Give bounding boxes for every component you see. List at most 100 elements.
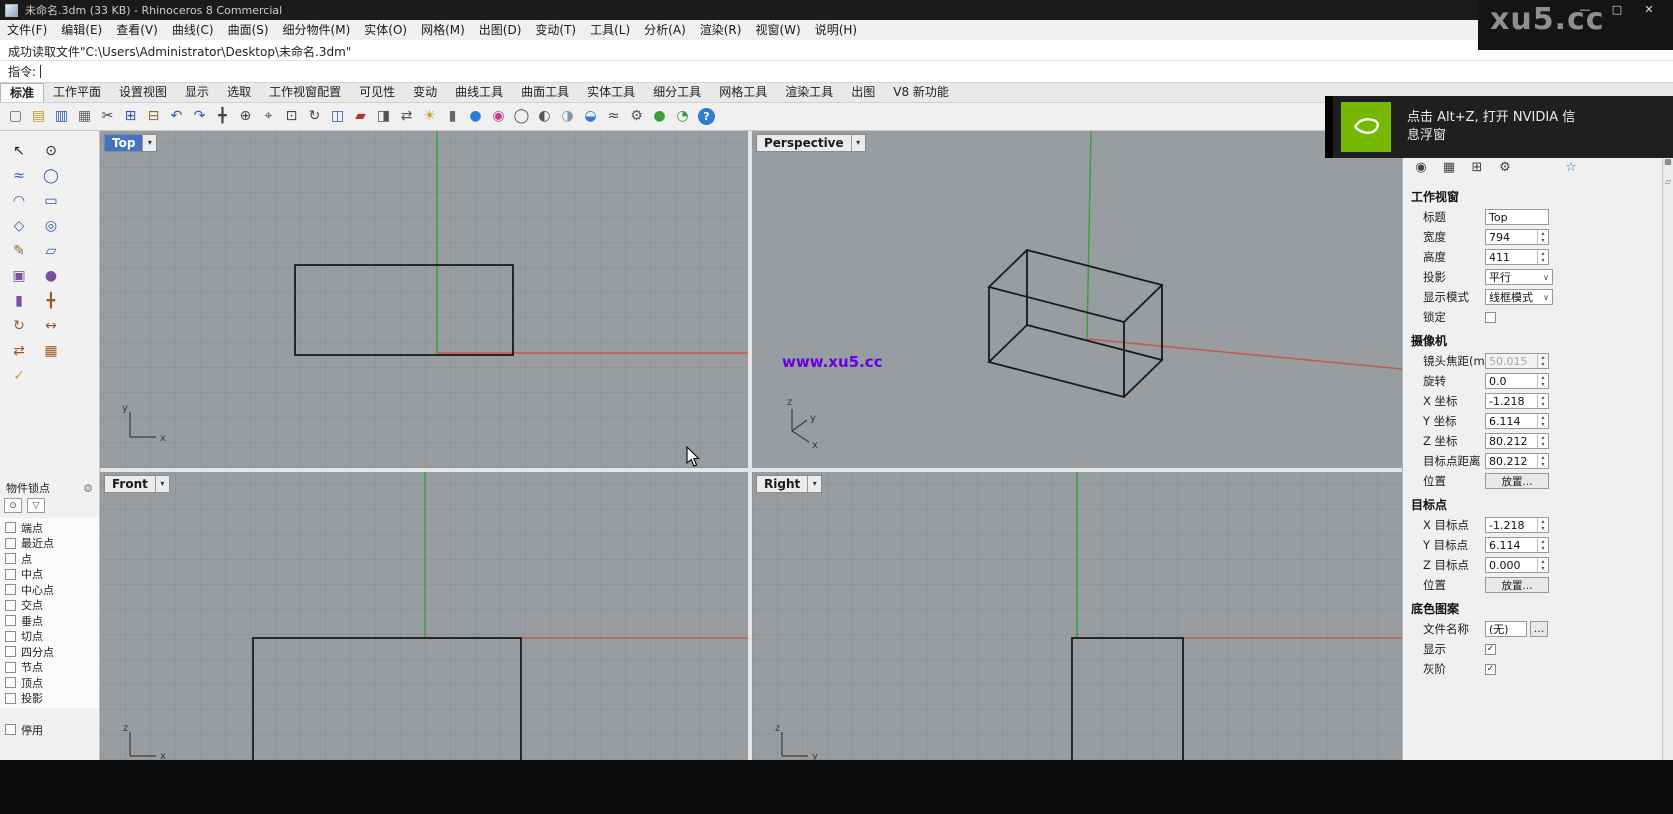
viewport-title-input[interactable]: Top: [1485, 209, 1549, 225]
cut-icon[interactable]: ✂: [96, 105, 119, 128]
viewport-height-input[interactable]: 411▴▾: [1485, 249, 1549, 265]
menu-item-7[interactable]: 网格(M): [414, 20, 472, 40]
ribbon-tab-9[interactable]: 曲面工具: [512, 83, 578, 102]
spinner-buttons[interactable]: ▴▾: [1537, 518, 1548, 532]
curve-tool-icon[interactable]: ≈: [7, 165, 31, 187]
ellipse-tool-icon[interactable]: ◎: [39, 215, 63, 237]
open-file-icon[interactable]: ▤: [27, 105, 50, 128]
spin-up-icon[interactable]: ▴: [1538, 434, 1548, 441]
osnap-row-0[interactable]: 端点: [0, 520, 99, 536]
xray-view-icon[interactable]: ◑: [556, 105, 579, 128]
shaded-view-icon[interactable]: ◐: [533, 105, 556, 128]
menu-item-11[interactable]: 分析(A): [637, 20, 693, 40]
spinner-buttons[interactable]: ▴▾: [1537, 454, 1548, 468]
arc-tool-icon[interactable]: ◠: [7, 190, 31, 212]
viewport-divider-vertical[interactable]: [748, 131, 752, 760]
menu-item-8[interactable]: 出图(D): [472, 20, 529, 40]
camera-x-input[interactable]: -1.218▴▾: [1485, 393, 1549, 409]
wallpaper-filename-input[interactable]: (无): [1485, 621, 1527, 637]
spin-up-icon[interactable]: ▴: [1538, 394, 1548, 401]
pan-icon[interactable]: ╋: [211, 105, 234, 128]
viewport-top-title[interactable]: Top: [105, 135, 142, 151]
new-file-icon[interactable]: ▢: [4, 105, 27, 128]
spin-down-icon[interactable]: ▾: [1538, 401, 1548, 408]
chevron-down-icon[interactable]: ▾: [807, 476, 821, 492]
zoom-icon[interactable]: ⊕: [234, 105, 257, 128]
spin-down-icon[interactable]: ▾: [1538, 565, 1548, 572]
render-sphere-icon[interactable]: ●: [648, 105, 671, 128]
wallpaper-grayscale-checkbox[interactable]: ✓: [1485, 664, 1496, 675]
osnap-row-5[interactable]: 交点: [0, 598, 99, 614]
osnap-row-2[interactable]: 点: [0, 551, 99, 567]
point-tool-icon[interactable]: ⊙: [39, 140, 63, 162]
settings-gear-icon[interactable]: ⚙: [1495, 158, 1515, 178]
spin-down-icon[interactable]: ▾: [1538, 361, 1548, 368]
rotate-view-icon[interactable]: ↻: [303, 105, 326, 128]
osnap-row-4[interactable]: 中心点: [0, 582, 99, 598]
command-input[interactable]: 指令:: [0, 61, 1673, 83]
cursor-tool-icon[interactable]: ↖: [7, 140, 31, 162]
spin-up-icon[interactable]: ▴: [1538, 454, 1548, 461]
spinner-buttons[interactable]: ▴▾: [1537, 538, 1548, 552]
ribbon-tab-11[interactable]: 细分工具: [644, 83, 710, 102]
walk-icon[interactable]: ⇄: [395, 105, 418, 128]
menu-item-5[interactable]: 细分物件(M): [276, 20, 358, 40]
target-place-button[interactable]: 放置...: [1485, 577, 1549, 593]
annotate-tool-icon[interactable]: ✓: [7, 365, 31, 387]
ribbon-tab-12[interactable]: 网格工具: [710, 83, 776, 102]
curvature-icon[interactable]: ≈: [602, 105, 625, 128]
filter-icon[interactable]: ▽: [27, 498, 45, 513]
spin-up-icon[interactable]: ▴: [1538, 250, 1548, 257]
gear-icon[interactable]: ⚙: [83, 482, 93, 495]
viewport-top-label[interactable]: Top ▾: [104, 134, 157, 152]
panel-tab-icon-3[interactable]: ▱: [1664, 177, 1673, 191]
spinner-buttons[interactable]: ▴▾: [1537, 414, 1548, 428]
copy-icon[interactable]: ⊞: [119, 105, 142, 128]
spinner-buttons[interactable]: ▴▾: [1537, 374, 1548, 388]
viewport-right-label[interactable]: Right ▾: [756, 475, 822, 493]
target-x-input[interactable]: -1.218▴▾: [1485, 517, 1549, 533]
viewport-divider-horizontal[interactable]: [100, 468, 1402, 472]
ribbon-tab-13[interactable]: 渲染工具: [776, 83, 842, 102]
box-tool-icon[interactable]: ▣: [7, 265, 31, 287]
locked-checkbox[interactable]: [1485, 312, 1496, 323]
spin-up-icon[interactable]: ▴: [1538, 374, 1548, 381]
star-icon[interactable]: ☆: [1561, 158, 1581, 178]
ribbon-tab-5[interactable]: 工作视窗配置: [260, 83, 350, 102]
maximize-button[interactable]: □: [1601, 2, 1633, 18]
spinner-buttons[interactable]: ▴▾: [1537, 354, 1548, 368]
osnap-row-1[interactable]: 最近点: [0, 536, 99, 552]
spin-down-icon[interactable]: ▾: [1538, 257, 1548, 264]
raytrace-icon[interactable]: ◒: [579, 105, 602, 128]
spinner-buttons[interactable]: ▴▾: [1537, 250, 1548, 264]
redo-icon[interactable]: ↷: [188, 105, 211, 128]
menu-item-10[interactable]: 工具(L): [583, 20, 637, 40]
move-tool-icon[interactable]: ╋: [39, 290, 63, 312]
ribbon-tab-3[interactable]: 显示: [176, 83, 218, 102]
display-icon[interactable]: ▦: [1439, 158, 1459, 178]
osnap-checkbox[interactable]: [5, 631, 16, 642]
osnap-row-7[interactable]: 切点: [0, 629, 99, 645]
osnap-row-10[interactable]: 顶点: [0, 675, 99, 691]
viewport-perspective-title[interactable]: Perspective: [757, 135, 851, 151]
osnap-checkbox[interactable]: [5, 569, 16, 580]
ribbon-tab-4[interactable]: 选取: [218, 83, 260, 102]
target-y-input[interactable]: 6.114▴▾: [1485, 537, 1549, 553]
array-tool-icon[interactable]: ▦: [39, 340, 63, 362]
ribbon-tab-1[interactable]: 工作平面: [44, 83, 110, 102]
ribbon-tab-14[interactable]: 出图: [842, 83, 884, 102]
rotation-input[interactable]: 0.0▴▾: [1485, 373, 1549, 389]
camera-y-input[interactable]: 6.114▴▾: [1485, 413, 1549, 429]
viewport-perspective-label[interactable]: Perspective ▾: [756, 134, 866, 152]
earth-icon[interactable]: ◔: [671, 105, 694, 128]
render-preview-icon[interactable]: ◉: [487, 105, 510, 128]
camera-z-input[interactable]: 80.212▴▾: [1485, 433, 1549, 449]
osnap-checkbox[interactable]: [5, 677, 16, 688]
spin-down-icon[interactable]: ▾: [1538, 421, 1548, 428]
paste-icon[interactable]: ⊟: [142, 105, 165, 128]
save-icon[interactable]: ▥: [50, 105, 73, 128]
osnap-row-11[interactable]: 投影: [0, 691, 99, 707]
scale-tool-icon[interactable]: ↔: [39, 315, 63, 337]
circle-tool-icon[interactable]: ◯: [39, 165, 63, 187]
panel-tab-icon-2[interactable]: ▦: [1664, 157, 1673, 171]
